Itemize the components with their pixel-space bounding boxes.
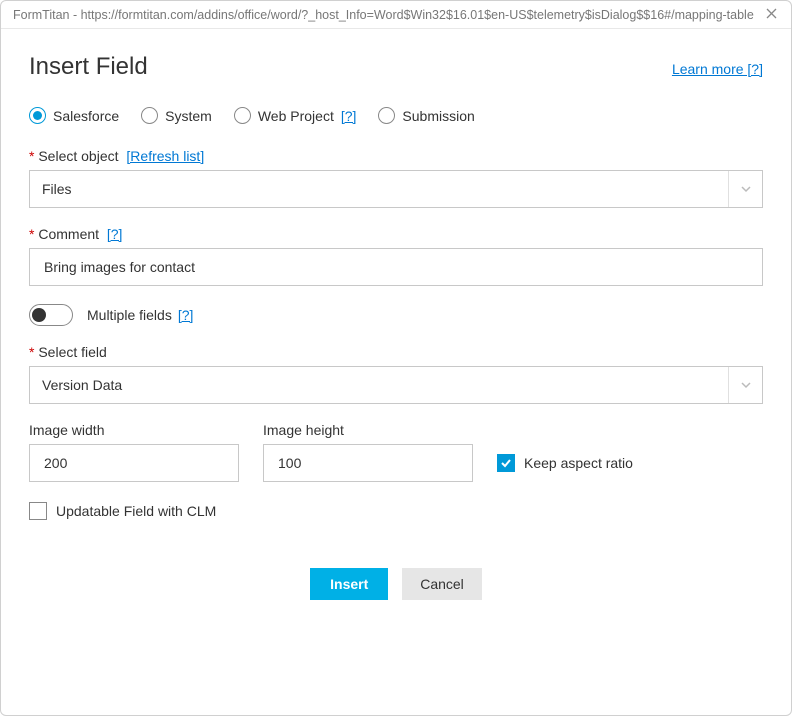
select-field-dropdown[interactable]: Version Data: [29, 366, 763, 404]
image-height-input[interactable]: [276, 454, 460, 472]
web-project-help-link[interactable]: [?]: [341, 108, 357, 124]
required-asterisk: *: [29, 226, 34, 242]
titlebar-text: FormTitan - https://formtitan.com/addins…: [13, 8, 761, 22]
select-field-label: * Select field: [29, 344, 763, 360]
required-asterisk: *: [29, 148, 34, 164]
image-width-input[interactable]: [42, 454, 226, 472]
label-text: Select object: [38, 148, 118, 164]
image-width-label: Image width: [29, 422, 239, 438]
comment-label: * Comment [?]: [29, 226, 763, 242]
radio-label: System: [165, 108, 212, 124]
multiple-fields-help-link[interactable]: [?]: [178, 307, 194, 323]
multiple-fields-row: Multiple fields [?]: [29, 304, 763, 326]
dialog-window: FormTitan - https://formtitan.com/addins…: [0, 0, 792, 716]
comment-help-link[interactable]: [?]: [107, 226, 123, 242]
label-text: Select field: [38, 344, 106, 360]
keep-aspect-row: Keep aspect ratio: [497, 444, 633, 482]
radio-icon: [234, 107, 251, 124]
page-title: Insert Field: [29, 53, 148, 81]
radio-web-project[interactable]: Web Project [?]: [234, 107, 357, 124]
titlebar: FormTitan - https://formtitan.com/addins…: [1, 1, 791, 29]
comment-input[interactable]: [42, 258, 750, 276]
radio-label: Submission: [402, 108, 474, 124]
close-icon[interactable]: [761, 8, 781, 22]
comment-field: * Comment [?]: [29, 226, 763, 286]
radio-label: Web Project: [258, 108, 334, 124]
updatable-clm-label: Updatable Field with CLM: [56, 503, 216, 519]
refresh-list-link[interactable]: [Refresh list]: [126, 148, 204, 164]
image-height-field: Image height: [263, 422, 473, 482]
image-width-input-wrap: [29, 444, 239, 482]
radio-label: Salesforce: [53, 108, 119, 124]
image-height-label: Image height: [263, 422, 473, 438]
radio-icon: [378, 107, 395, 124]
label-text: Comment: [38, 226, 99, 242]
select-object-field: * Select object [Refresh list] Files: [29, 148, 763, 208]
radio-system[interactable]: System: [141, 107, 212, 124]
chevron-down-icon: [728, 367, 762, 403]
select-object-dropdown[interactable]: Files: [29, 170, 763, 208]
keep-aspect-label: Keep aspect ratio: [524, 455, 633, 471]
source-radio-group: Salesforce System Web Project [?] Submis…: [29, 107, 763, 124]
button-row: Insert Cancel: [29, 568, 763, 600]
comment-input-wrap: [29, 248, 763, 286]
select-value: Version Data: [42, 377, 728, 393]
cancel-button[interactable]: Cancel: [402, 568, 482, 600]
select-object-label: * Select object [Refresh list]: [29, 148, 763, 164]
radio-icon: [29, 107, 46, 124]
chevron-down-icon: [728, 171, 762, 207]
checkmark-icon: [500, 457, 512, 469]
select-value: Files: [42, 181, 728, 197]
keep-aspect-checkbox[interactable]: [497, 454, 515, 472]
image-height-input-wrap: [263, 444, 473, 482]
multiple-fields-label: Multiple fields: [87, 307, 172, 323]
image-size-row: Image width Image height Keep aspect rat…: [29, 422, 763, 482]
updatable-clm-checkbox[interactable]: [29, 502, 47, 520]
radio-icon: [141, 107, 158, 124]
required-asterisk: *: [29, 344, 34, 360]
dialog-content: Insert Field Learn more [?] Salesforce S…: [1, 29, 791, 600]
multiple-fields-toggle[interactable]: [29, 304, 73, 326]
updatable-clm-row: Updatable Field with CLM: [29, 502, 763, 520]
learn-more-link[interactable]: Learn more [?]: [672, 61, 763, 77]
select-field-block: * Select field Version Data: [29, 344, 763, 404]
radio-submission[interactable]: Submission: [378, 107, 474, 124]
radio-salesforce[interactable]: Salesforce: [29, 107, 119, 124]
insert-button[interactable]: Insert: [310, 568, 388, 600]
image-width-field: Image width: [29, 422, 239, 482]
toggle-knob: [32, 308, 46, 322]
